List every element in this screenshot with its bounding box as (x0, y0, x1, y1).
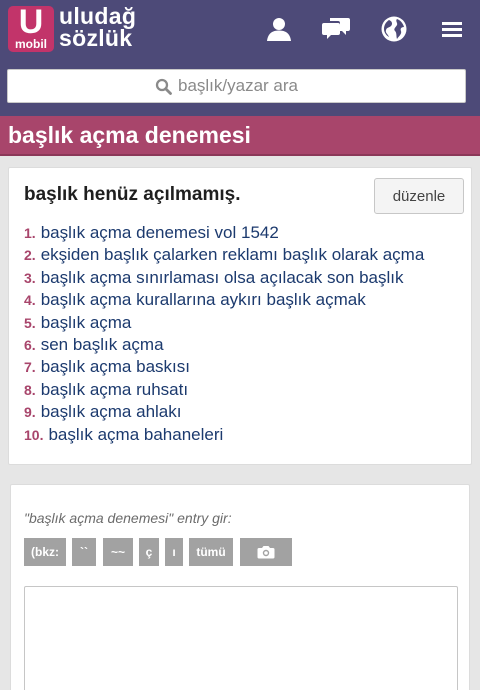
entry-card: "başlık açma denemesi" entry gir: (bkz: … (10, 484, 470, 690)
page-title[interactable]: başlık açma denemesi (8, 120, 251, 150)
camera-icon (257, 546, 275, 559)
entry-textarea[interactable] (24, 586, 458, 690)
entry-prompt: "başlık açma denemesi" entry gir: (24, 510, 232, 526)
suggestion-number: 6. (24, 337, 36, 354)
search-icon (155, 78, 172, 95)
suggestion-link[interactable]: başlık açma denemesi vol 1542 (41, 223, 279, 242)
suggestion-item[interactable]: 5. başlık açma (24, 312, 464, 334)
suggestion-number: 3. (24, 269, 36, 286)
suggestion-list: 1. başlık açma denemesi vol 1542 2. ekşiden… (24, 222, 464, 446)
suggestion-item[interactable]: 3. başlık açma sınırlaması olsa açılacak … (24, 267, 464, 289)
suggestion-item[interactable]: 4. başlık açma kurallarına aykırı başlık … (24, 289, 464, 311)
suggestion-number: 10. (24, 426, 44, 443)
suggestion-link[interactable]: başlık açma sınırlaması olsa açılacak so… (41, 268, 404, 287)
logo-badge[interactable]: U mobil (8, 6, 54, 52)
all-button[interactable]: tümü (189, 538, 233, 566)
suggestion-item[interactable]: 2. ekşiden başlık çalarken reklamı başlık… (24, 244, 464, 266)
topic-status-text: başlık henüz açılmamış. (24, 184, 241, 205)
suggestion-number: 1. (24, 225, 36, 241)
logo-wordmark[interactable]: uludağ sözlük (59, 3, 137, 51)
menu-icon[interactable] (435, 12, 469, 46)
suggestion-number: 8. (24, 381, 36, 398)
bkz-button[interactable]: (bkz: (24, 538, 66, 566)
suggestion-item[interactable]: 8. başlık açma ruhsatı (24, 379, 464, 401)
suggestion-link[interactable]: ekşiden başlık çalarken reklamı başlık o… (41, 245, 425, 264)
spoiler-button[interactable]: ~~ (103, 538, 133, 566)
topic-status-card: başlık henüz açılmamış. düzenle 1. başlık… (8, 167, 472, 465)
edit-button[interactable]: düzenle (374, 178, 464, 214)
suggestion-item[interactable]: 6. sen başlık açma (24, 334, 464, 356)
backtick-button[interactable]: `` (72, 538, 96, 566)
search-bar[interactable] (7, 69, 466, 103)
logo-line1: uludağ (59, 3, 137, 29)
camera-button[interactable] (240, 538, 292, 566)
suggestion-number: 2. (24, 247, 36, 264)
logo-line2: sözlük (59, 25, 133, 51)
user-icon[interactable] (262, 12, 296, 46)
search-input[interactable] (178, 76, 318, 96)
globe-icon[interactable] (377, 12, 411, 46)
suggestion-link[interactable]: başlık açma ahlakı (41, 402, 182, 421)
suggestion-number: 9. (24, 404, 36, 421)
logo-letter: U (18, 6, 44, 41)
logo-mobil-text: mobil (15, 37, 47, 51)
top-header: U mobil uludağ sözlük (0, 0, 480, 116)
topic-title-bar: başlık açma denemesi (0, 116, 480, 156)
suggestion-link[interactable]: başlık açma kurallarına aykırı başlık aç… (41, 290, 366, 309)
suggestion-number: 4. (24, 292, 36, 309)
suggestion-link[interactable]: sen başlık açma (41, 335, 164, 354)
suggestion-link[interactable]: başlık açma bahaneleri (48, 425, 223, 444)
c-cedilla-button[interactable]: ç (139, 538, 159, 566)
suggestion-link[interactable]: başlık açma (41, 313, 132, 332)
suggestion-item[interactable]: 10. başlık açma bahaneleri (24, 424, 464, 446)
suggestion-item[interactable]: 7. başlık açma baskısı (24, 356, 464, 378)
dotless-i-button[interactable]: ı (165, 538, 183, 566)
suggestion-number: 7. (24, 359, 36, 376)
suggestion-item[interactable]: 1. başlık açma denemesi vol 1542 (24, 222, 464, 244)
suggestion-link[interactable]: başlık açma baskısı (41, 357, 190, 376)
suggestion-link[interactable]: başlık açma ruhsatı (41, 380, 188, 399)
chat-icon[interactable] (319, 12, 353, 46)
suggestion-number: 5. (24, 314, 36, 331)
suggestion-item[interactable]: 9. başlık açma ahlakı (24, 401, 464, 423)
